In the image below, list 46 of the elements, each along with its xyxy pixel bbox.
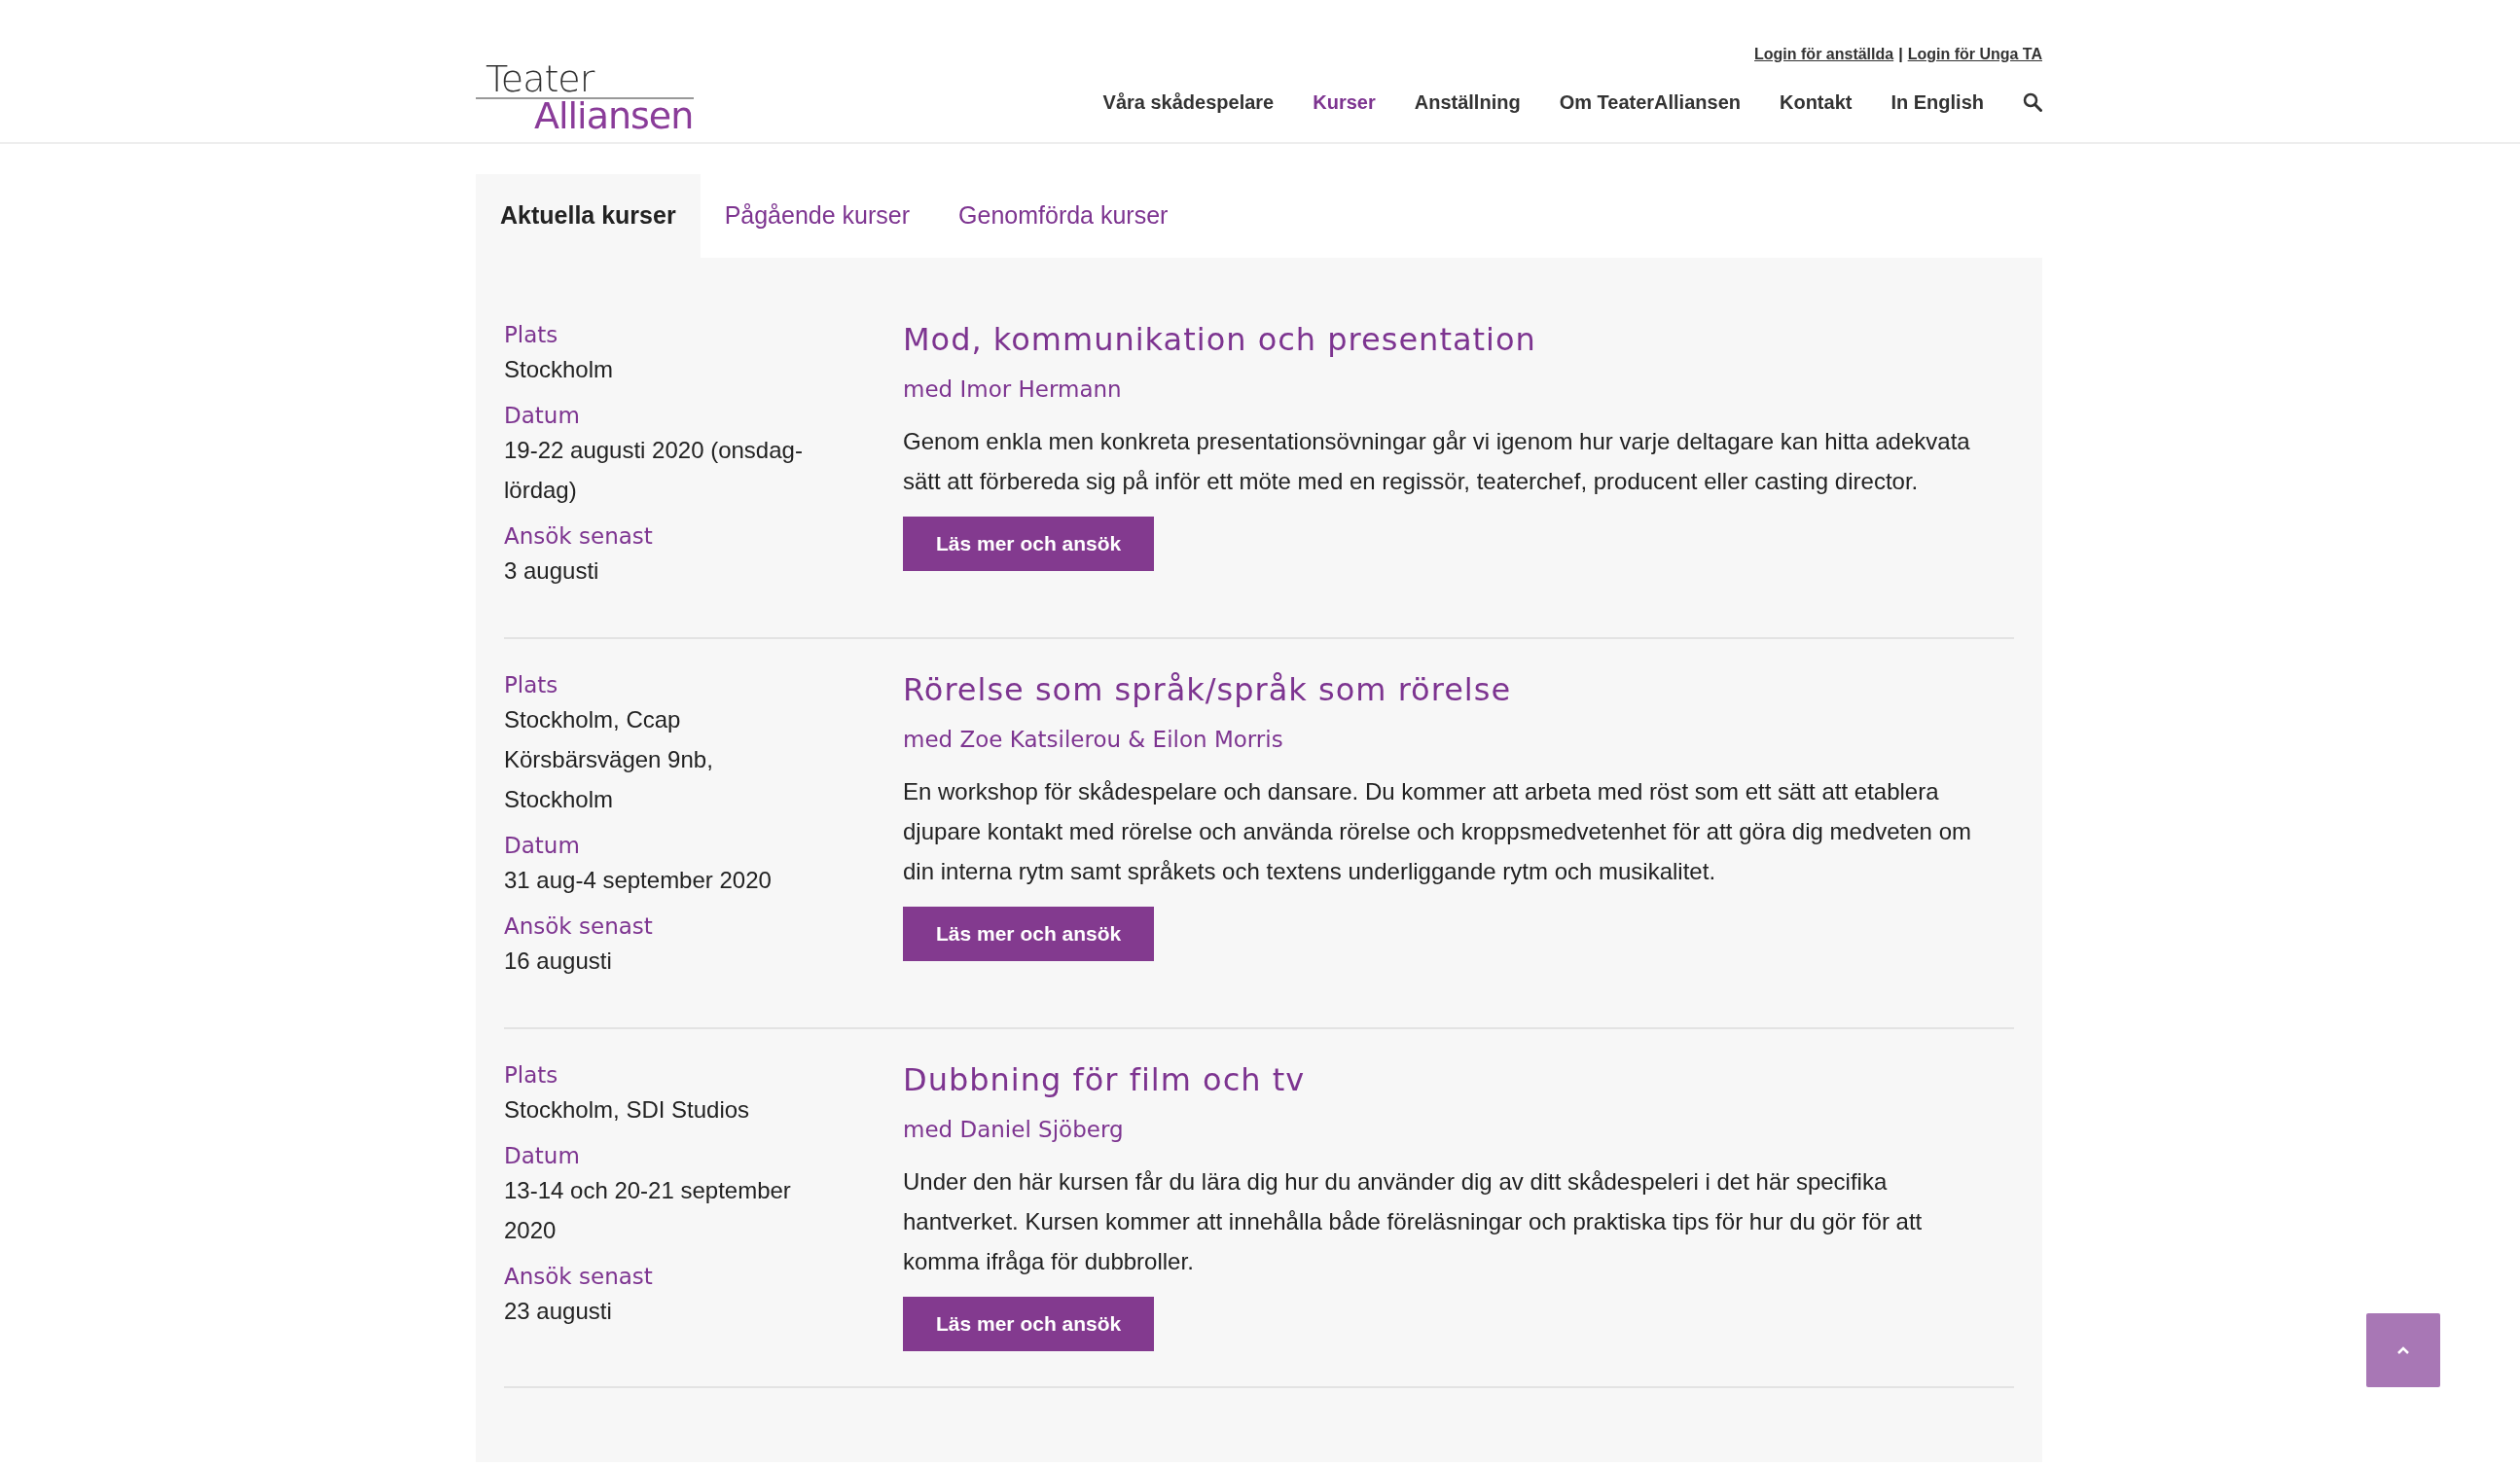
detail-label: Plats	[504, 320, 559, 349]
teacher-text: med Zoe Katsilerou & Eilon Morris	[903, 725, 1284, 754]
separator-text: |	[1898, 45, 1903, 64]
course-title: Dubbning för film och tv	[903, 1059, 1307, 1099]
nav-link[interactable]: Våra skådespelare	[1102, 88, 1275, 117]
apply-button[interactable]: Läs mer och ansök	[903, 907, 1155, 961]
detail-label: Ansök senast	[504, 1262, 654, 1291]
course-description: Under den här kursen får du lära dig hur du använder dig av ditt skådespeleri i det här specifika hantverket. Kursen kommer att innehålla både föreläsningar och praktiska tips för hur du gör för att komma ifråga för dubbroller.	[903, 1167, 1924, 1276]
teacher-text: med Imor Hermann	[903, 375, 1123, 404]
nav-link[interactable]: Om TeaterAlliansen	[1559, 88, 1741, 117]
logo-text: Alliansen	[533, 97, 694, 134]
detail-value: 13-14 och 20-21 september 2020	[504, 1175, 792, 1245]
detail-label: Ansök senast	[504, 521, 654, 551]
login-link[interactable]: Login för anställda	[1754, 43, 1894, 66]
detail-value: 19-22 augusti 2020 (onsdag-lördag)	[504, 435, 804, 505]
course-description: Genom enkla men konkreta presentationsövningar går vi igenom hur varje deltagare kan hitta adekvata sätt att förbereda sig på inför ett möte med en regissör, teaterchef, producent eller casting director.	[903, 427, 1971, 496]
apply-button[interactable]: Läs mer och ansök	[903, 517, 1155, 571]
detail-label: Datum	[504, 1141, 581, 1170]
tab[interactable]: Aktuella kurser	[476, 174, 701, 258]
detail-value: 31 aug-4 september 2020	[504, 865, 773, 895]
detail-label: Datum	[504, 831, 581, 860]
detail-label: Ansök senast	[504, 912, 654, 941]
teacher-text: med Daniel Sjöberg	[903, 1115, 1125, 1144]
detail-value: Stockholm	[504, 354, 615, 384]
logo-text: Teater	[485, 60, 596, 97]
course-title: Mod, kommunikation och presentation	[903, 319, 1537, 359]
detail-label: Datum	[504, 401, 581, 430]
apply-button[interactable]: Läs mer och ansök	[903, 1297, 1155, 1351]
detail-value: 3 augusti	[504, 555, 600, 586]
search-icon[interactable]	[2023, 92, 2042, 112]
nav-link[interactable]: Anställning	[1414, 88, 1521, 117]
detail-value: 16 augusti	[504, 946, 613, 976]
detail-label: Plats	[504, 1060, 559, 1090]
tab[interactable]: Pågående kurser	[700, 174, 935, 258]
course-title: Rörelse som språk/språk som rörelse	[903, 669, 1513, 709]
nav-link[interactable]: Kurser	[1313, 88, 1376, 117]
nav-link[interactable]: Kontakt	[1780, 88, 1853, 117]
chevron-up-icon	[2396, 1345, 2410, 1355]
login-link[interactable]: Login för Unga TA	[1907, 43, 2042, 66]
tab[interactable]: Genomförda kurser	[934, 174, 1193, 258]
detail-value: Stockholm, SDI Studios	[504, 1094, 751, 1125]
detail-value: Stockholm, Ccap Körsbärsvägen 9nb, Stockholm	[504, 704, 714, 814]
course-description: En workshop för skådespelare och dansare. Du kommer att arbeta med röst som ett sätt att etablera djupare kontakt med rörelse och använda rörelse och kroppsmedvetenhet för att göra dig medveten om din interna rytm samt språkets och textens underliggande rytm och musikalitet.	[903, 777, 1972, 886]
detail-value: 23 augusti	[504, 1296, 613, 1326]
nav-link[interactable]: In English	[1890, 88, 1984, 117]
detail-label: Plats	[504, 670, 559, 699]
